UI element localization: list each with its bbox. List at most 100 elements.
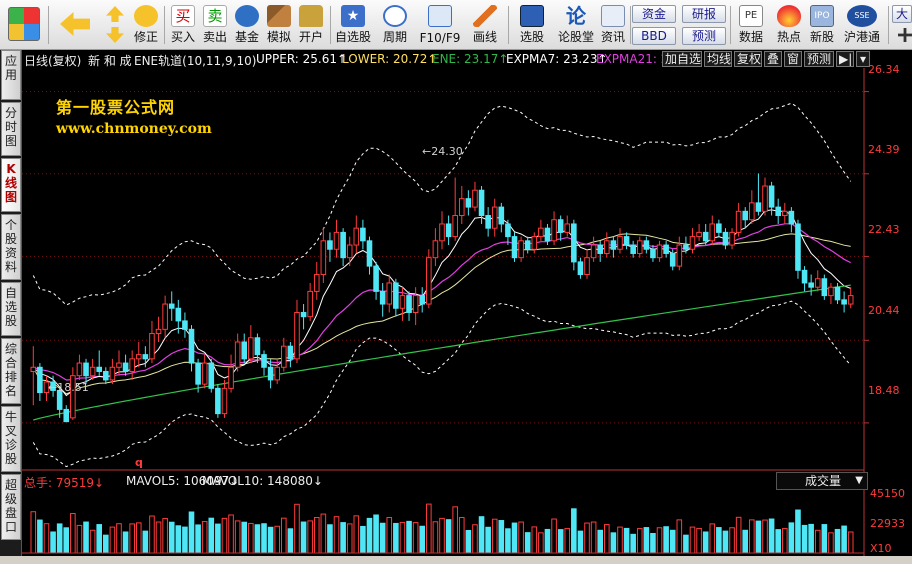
restore-rights-button[interactable]: 复权 <box>734 51 762 67</box>
indicator-info-bar: 日线(复权) 新 和 成 ENE轨道(10,11,9,10) UPPER: 25… <box>22 50 912 68</box>
candle-body <box>656 244 663 259</box>
candle-body <box>696 231 702 238</box>
candle-body <box>781 210 788 217</box>
volume-bar <box>386 517 393 554</box>
low-price-annotation: ←18.51 <box>48 381 89 394</box>
expma7-value: EXPMA7: 23.23↑ <box>506 52 608 66</box>
candle-body <box>847 295 854 305</box>
volume-bar <box>373 514 379 554</box>
volume-bar <box>841 525 847 554</box>
volume-bar <box>768 518 775 554</box>
candle-body <box>426 257 432 305</box>
volume-bar <box>379 522 386 554</box>
candle-body <box>37 366 43 394</box>
volume-bar <box>551 518 557 554</box>
candle-body <box>307 290 313 318</box>
volume-bar <box>814 529 821 554</box>
candle-body <box>808 282 814 288</box>
collapse-right-icon[interactable]: ▶| <box>836 51 854 67</box>
candle-body <box>267 366 274 381</box>
candle-body <box>841 299 847 305</box>
volume-bar <box>149 515 155 554</box>
volume-bar <box>129 523 135 554</box>
volume-bar <box>135 522 142 554</box>
volume-bar <box>346 523 353 554</box>
volume-bar <box>366 517 373 554</box>
candle-body <box>590 244 597 259</box>
lower-value: LOWER: 20.72↑ <box>342 52 438 66</box>
overlay-button[interactable]: 叠 <box>764 51 782 67</box>
candle-body <box>722 231 729 246</box>
volume-bar <box>801 524 808 554</box>
volume-bar <box>241 521 248 554</box>
volume-bar <box>531 526 538 554</box>
volume-bar <box>320 513 327 554</box>
add-watchlist-button[interactable]: 加自选 <box>662 51 702 67</box>
volume-bar <box>538 532 544 554</box>
volume-bar <box>604 524 610 554</box>
candle-body <box>215 387 221 415</box>
forecast-toggle-button[interactable]: 预测 <box>804 51 834 67</box>
volume-bar <box>669 529 676 554</box>
candle-body <box>221 387 228 415</box>
candle-body <box>135 354 142 360</box>
volume-bar <box>188 511 195 554</box>
volume-bar <box>327 524 333 554</box>
candle-body <box>749 202 755 221</box>
candle-body <box>333 231 340 250</box>
candle-body <box>452 215 458 238</box>
volume-bar <box>722 530 729 554</box>
volume-bar <box>749 519 755 554</box>
candle-body <box>498 206 505 225</box>
candle-body <box>801 269 808 284</box>
candle-body <box>716 223 722 233</box>
volume-bar <box>498 520 505 554</box>
volume-bar <box>254 524 261 554</box>
candle-body <box>228 366 234 389</box>
volume-info-bar: 总手: 79519↓ MAVOL5: 106097↓ MAVOL10: 1480… <box>22 473 776 490</box>
candle-body <box>294 311 300 360</box>
candle-body <box>386 282 393 305</box>
volume-indicator-select[interactable]: 成交量 ▼ <box>776 472 868 490</box>
candle-body <box>683 244 689 250</box>
chevron-down-icon: ▼ <box>855 475 863 486</box>
volume-bar <box>590 521 597 554</box>
volume-bar <box>788 522 795 554</box>
watermark-url: www.chnmoney.com <box>56 121 212 137</box>
watermark-title: 第一股票公式网 <box>56 98 176 117</box>
volume-bar <box>248 522 254 554</box>
volume-bar <box>175 525 182 554</box>
volume-bar <box>195 524 201 554</box>
volume-bar <box>83 521 89 554</box>
candle-body <box>735 210 742 233</box>
volume-bar <box>155 521 162 554</box>
volume-bar <box>116 523 122 554</box>
volume-bar <box>709 523 716 554</box>
volume-bar <box>353 515 360 554</box>
volume-bar <box>340 522 346 554</box>
candle-body <box>149 333 155 360</box>
price-axis-label: 20.44 <box>868 304 900 317</box>
candle-body <box>538 227 544 238</box>
volume-bar <box>584 522 590 554</box>
volume-bar <box>313 517 320 554</box>
window-button[interactable]: 窗 <box>784 51 802 67</box>
volume-bar <box>781 528 788 554</box>
volume-bar <box>439 517 445 554</box>
volume-bar <box>762 519 768 554</box>
candle-body <box>89 366 96 377</box>
candle-body <box>472 189 478 208</box>
volume-bar <box>280 517 287 554</box>
volume-bar <box>847 531 854 554</box>
ma-line-button[interactable]: 均线 <box>704 51 732 67</box>
candle-body <box>122 362 129 372</box>
high-price-annotation: ←24.30 <box>422 145 463 158</box>
candle-body <box>327 240 333 250</box>
candle-body <box>577 261 584 276</box>
candle-body <box>518 240 524 259</box>
candle-body <box>669 252 676 267</box>
volume-bar <box>689 526 696 554</box>
candle-body <box>162 303 168 330</box>
stock-name: 新 和 成 <box>88 54 132 68</box>
volume-bar <box>76 524 83 554</box>
